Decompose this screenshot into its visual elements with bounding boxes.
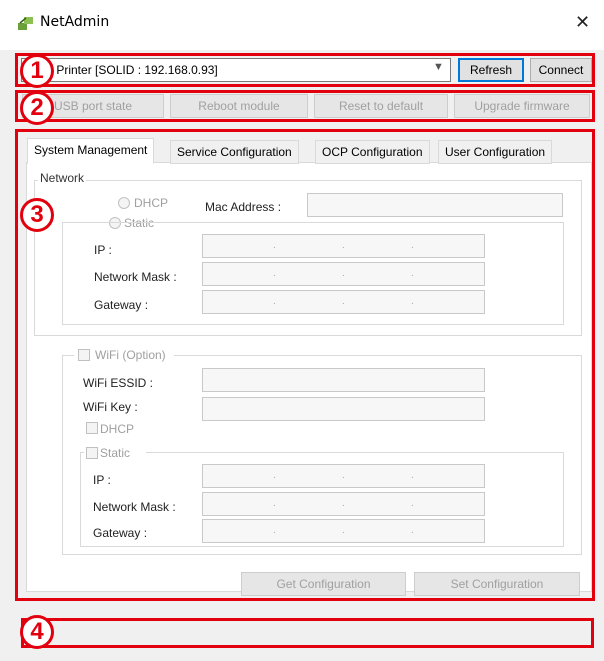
badge-3: 3 <box>20 198 54 232</box>
dhcp-radio[interactable] <box>118 197 130 209</box>
badge-2: 2 <box>20 91 54 125</box>
ip-separator: . <box>411 296 414 307</box>
wifi-option-label: WiFi (Option) <box>95 348 166 362</box>
tab-service-configuration[interactable]: Service Configuration <box>170 140 299 164</box>
connect-button[interactable]: Connect <box>530 58 592 82</box>
tab-ocp-configuration[interactable]: OCP Configuration <box>315 140 430 164</box>
ip-separator: . <box>273 296 276 307</box>
ip-separator: . <box>342 268 345 279</box>
wifi-key-field[interactable] <box>202 397 485 421</box>
ip-separator: . <box>273 470 276 481</box>
gateway-label: Gateway : <box>94 298 149 312</box>
set-configuration-button[interactable]: Set Configuration <box>414 572 580 596</box>
ip-separator: . <box>342 470 345 481</box>
network-icon <box>17 14 35 32</box>
chevron-down-icon[interactable]: ▼ <box>433 61 444 73</box>
ip-separator: . <box>273 498 276 509</box>
ip-separator: . <box>342 296 345 307</box>
wifi-gateway-label: Gateway : <box>93 526 148 540</box>
badge-4: 4 <box>20 615 54 649</box>
wifi-network-mask-label: Network Mask : <box>93 500 176 514</box>
ip-separator: . <box>411 525 414 536</box>
wifi-ip-label: IP : <box>93 473 111 487</box>
printer-select-value: Card Printer [SOLID : 192.168.0.93] <box>27 63 218 77</box>
ip-separator: . <box>342 498 345 509</box>
mac-address-field[interactable] <box>307 193 563 217</box>
ip-separator: . <box>411 240 414 251</box>
wifi-static-label: Static <box>100 446 131 460</box>
network-mask-label: Network Mask : <box>94 270 177 284</box>
status-bar <box>21 618 594 648</box>
ip-separator: . <box>411 470 414 481</box>
ip-separator: . <box>342 240 345 251</box>
ip-separator: . <box>273 240 276 251</box>
tab-system-management[interactable]: System Management <box>27 138 155 164</box>
dhcp-radio-label: DHCP <box>134 196 169 210</box>
tab-user-configuration[interactable]: User Configuration <box>438 140 553 164</box>
network-group-label: Network <box>38 171 87 185</box>
get-configuration-button[interactable]: Get Configuration <box>241 572 406 596</box>
wifi-essid-label: WiFi ESSID : <box>83 376 154 390</box>
wifi-dhcp-label: DHCP <box>100 422 135 436</box>
close-icon[interactable]: ✕ <box>575 12 590 33</box>
ip-separator: . <box>411 268 414 279</box>
reset-to-default-button[interactable]: Reset to default <box>314 94 448 118</box>
wifi-static-checkbox[interactable] <box>86 447 98 459</box>
reboot-module-button[interactable]: Reboot module <box>170 94 308 118</box>
ip-separator: . <box>273 525 276 536</box>
badge-1: 1 <box>20 54 54 88</box>
ip-separator: . <box>273 268 276 279</box>
upgrade-firmware-button[interactable]: Upgrade firmware <box>454 94 590 118</box>
refresh-button[interactable]: Refresh <box>458 58 524 82</box>
wifi-key-label: WiFi Key : <box>83 400 138 414</box>
mac-address-label: Mac Address : <box>205 200 282 214</box>
ip-separator: . <box>411 498 414 509</box>
window-title: NetAdmin <box>40 14 110 30</box>
ip-label: IP : <box>94 243 112 257</box>
ip-separator: . <box>342 525 345 536</box>
wifi-dhcp-checkbox[interactable] <box>86 422 98 434</box>
wifi-option-checkbox[interactable] <box>78 349 90 361</box>
wifi-essid-field[interactable] <box>202 368 485 392</box>
